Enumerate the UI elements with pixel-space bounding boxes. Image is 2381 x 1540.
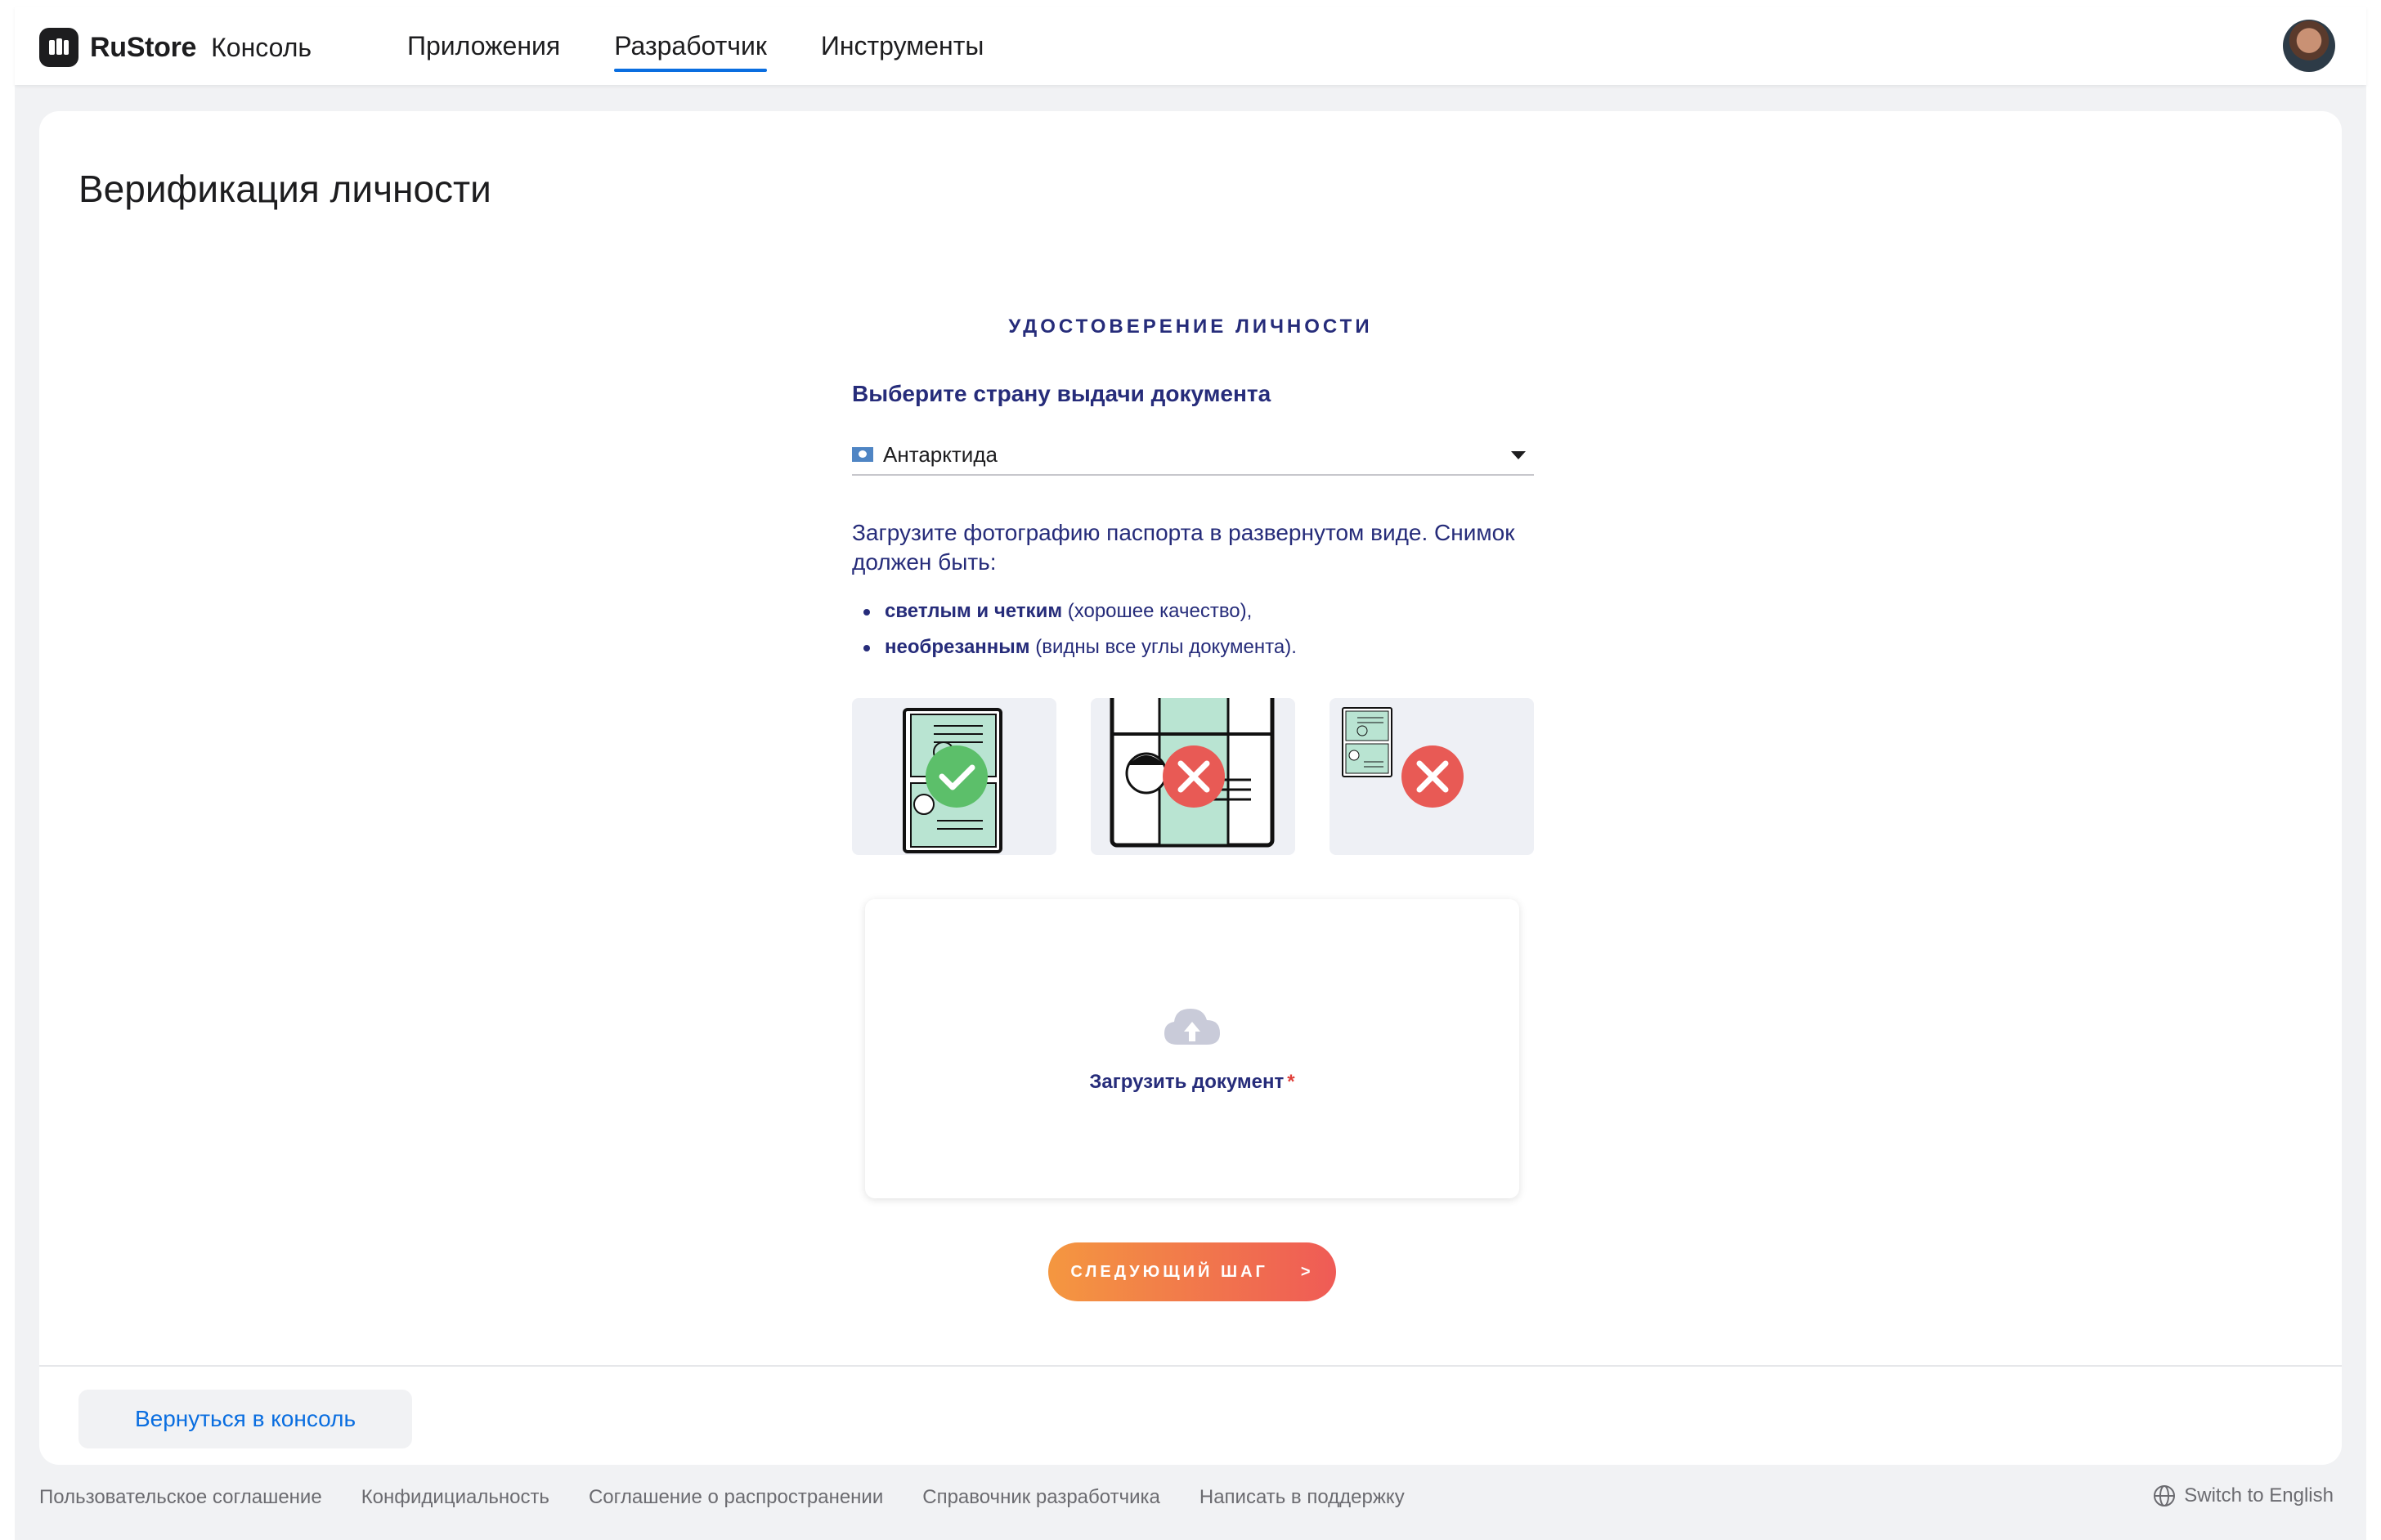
requirement-item: светлым и четким (хорошее качество), [852, 593, 1534, 629]
passport-correct-illustration [903, 708, 1002, 853]
footer-link-privacy[interactable]: Конфидициальность [361, 1486, 549, 1509]
back-to-console-button[interactable]: Вернуться в консоль [78, 1390, 412, 1448]
country-select[interactable]: Антарктида [852, 435, 1534, 476]
footer-link-user-agreement[interactable]: Пользовательское соглашение [39, 1486, 322, 1509]
brand-subtitle: Консоль [211, 32, 312, 62]
main-nav: Приложения Разработчик Инструменты [407, 7, 1038, 85]
nav-item-apps[interactable]: Приложения [407, 7, 560, 85]
nav-item-developer[interactable]: Разработчик [614, 7, 767, 85]
example-too-close [1091, 698, 1295, 855]
footer-link-distribution-agreement[interactable]: Соглашение о распространении [589, 1486, 883, 1509]
requirements-list: светлым и четким (хорошее качество), нео… [852, 593, 1534, 665]
requirement-strong: светлым и четким [885, 600, 1063, 622]
country-label: Выберите страну выдачи документа [852, 381, 1271, 406]
flag-icon [852, 447, 873, 462]
top-header: RuStore Консоль Приложения Разработчик И… [15, 7, 2366, 85]
brand[interactable]: RuStore Консоль [39, 26, 312, 69]
upload-label: Загрузить документ * [865, 1071, 1519, 1094]
user-avatar[interactable] [2283, 20, 2335, 72]
footer-link-support[interactable]: Написать в поддержку [1199, 1486, 1405, 1509]
brand-name: RuStore [90, 31, 197, 63]
footer: Пользовательское соглашение Конфидициаль… [39, 1478, 2342, 1517]
language-switch[interactable]: Switch to English [2153, 1484, 2334, 1507]
cloud-upload-icon [1164, 1009, 1220, 1045]
verification-card: Верификация личности УДОСТОВЕРЕНИЕ ЛИЧНО… [39, 111, 2342, 1465]
globe-icon [2154, 1485, 2176, 1506]
country-select-value: Антарктида [883, 441, 998, 467]
page-title: Верификация личности [78, 168, 491, 210]
next-step-button[interactable]: СЛЕДУЮЩИЙ ШАГ > [1048, 1242, 1336, 1301]
back-to-console-label: Вернуться в консоль [134, 1406, 356, 1431]
passport-too-small-illustration [1342, 707, 1464, 808]
language-switch-label: Switch to English [2184, 1484, 2334, 1506]
passport-too-close-illustration [1110, 698, 1275, 848]
example-photos [852, 698, 1534, 855]
requirement-strong: необрезанным [885, 636, 1030, 658]
footer-link-developer-guide[interactable]: Справочник разработчика [922, 1486, 1160, 1509]
requirement-rest: (видны все углы документа). [1029, 636, 1297, 658]
required-mark: * [1287, 1071, 1295, 1093]
upload-label-text: Загрузить документ [1089, 1071, 1285, 1093]
rustore-logo-icon [39, 28, 78, 67]
app-window: RuStore Консоль Приложения Разработчик И… [15, 7, 2366, 1540]
chevron-down-icon [1511, 451, 1526, 459]
example-too-small [1330, 698, 1534, 855]
requirement-item: необрезанным (видны все углы документа). [852, 629, 1534, 665]
next-step-label: СЛЕДУЮЩИЙ ШАГ [1070, 1262, 1268, 1281]
example-correct [852, 698, 1056, 855]
chevron-right-icon: > [1300, 1262, 1314, 1281]
section-title: УДОСТОВЕРЕНИЕ ЛИЧНОСТИ [1008, 316, 1373, 338]
check-icon [926, 745, 988, 808]
divider [39, 1365, 2342, 1367]
nav-item-tools[interactable]: Инструменты [821, 7, 984, 85]
document-upload-dropzone[interactable]: Загрузить документ * [865, 899, 1519, 1198]
requirement-rest: (хорошее качество), [1062, 600, 1253, 622]
document-form: Выберите страну выдачи документа Антаркт… [852, 381, 1534, 665]
upload-instructions: Загрузите фотографию паспорта в разверну… [852, 520, 1515, 575]
